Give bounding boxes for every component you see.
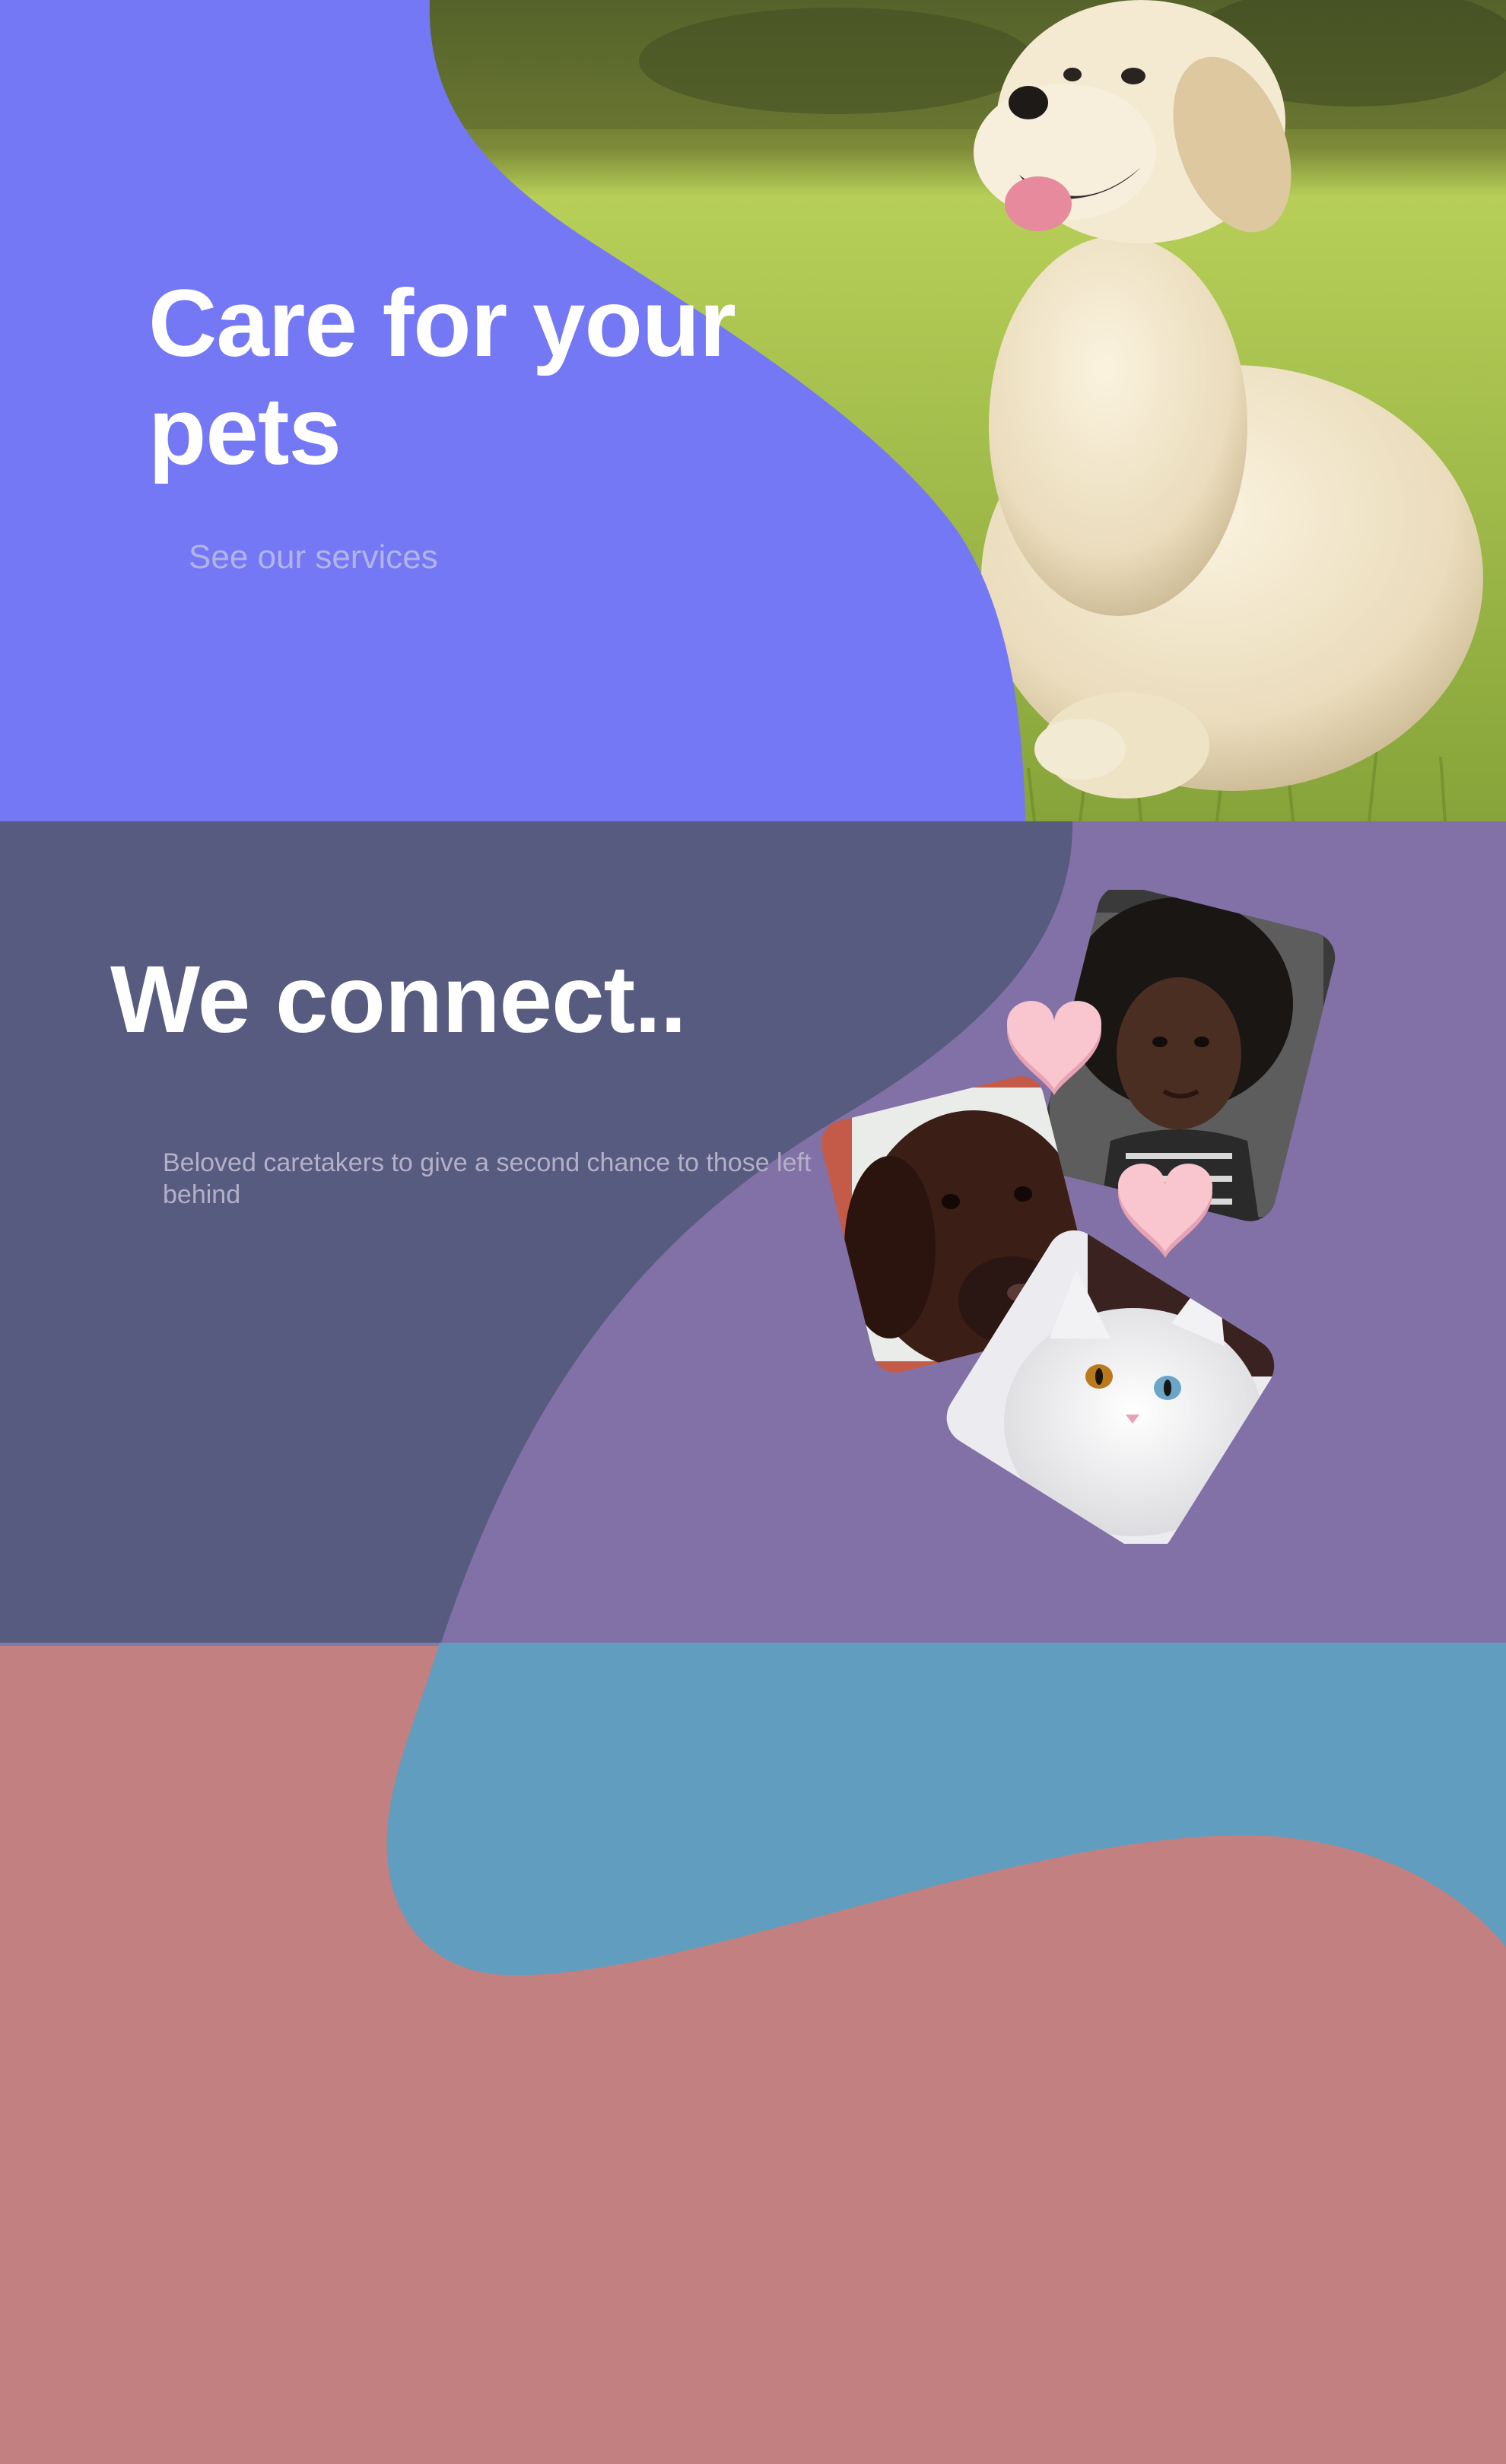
bottom-section	[0, 1643, 1506, 2464]
see-services-link[interactable]: See our services	[189, 536, 438, 579]
connect-title: We connect..	[110, 947, 687, 1053]
connect-collage	[821, 890, 1339, 1544]
bottom-background	[0, 1643, 1506, 2464]
connect-subtitle: Beloved caretakers to give a second chan…	[163, 1148, 812, 1209]
hero-title: Care for your pets	[148, 271, 736, 484]
hero-section: Care for your pets See our services	[0, 0, 1506, 821]
